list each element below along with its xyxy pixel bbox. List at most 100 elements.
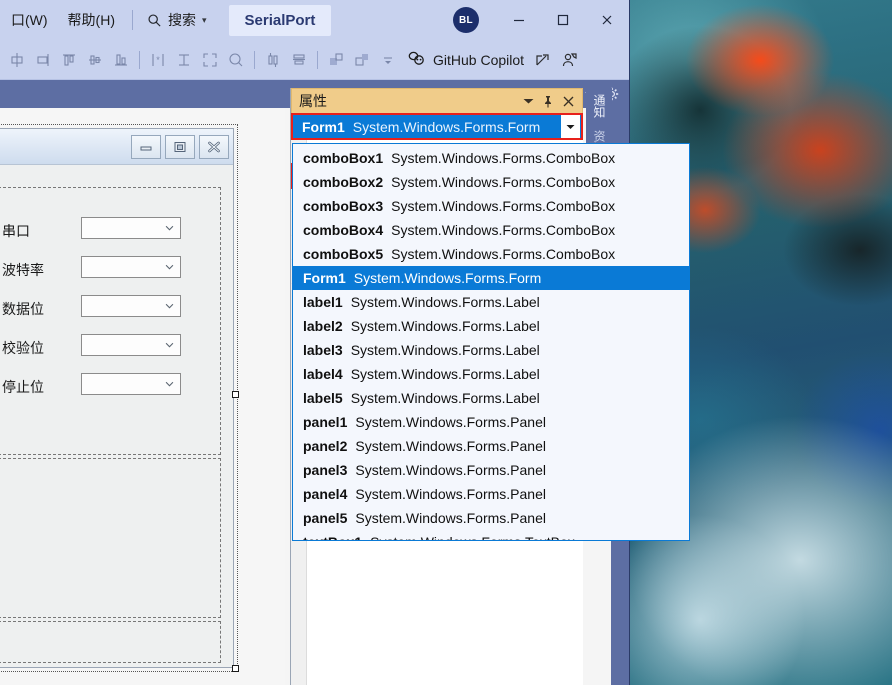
designer-combobox-3[interactable] [81,295,181,317]
designer-label-4[interactable]: 校验位 [2,338,44,358]
dropdown-item[interactable]: label5 System.Windows.Forms.Label [293,386,689,410]
page-title: SerialPort [228,4,332,36]
avatar[interactable]: BL [453,7,479,33]
dropdown-item[interactable]: label2 System.Windows.Forms.Label [293,314,689,338]
share-icon[interactable] [530,47,556,73]
object-selector-dropdown-list[interactable]: comboBox1 System.Windows.Forms.ComboBox co… [292,143,690,541]
dropdown-item-type: System.Windows.Forms.Form [353,270,542,286]
toolbar-divider-3 [317,50,318,69]
minimize-button[interactable] [497,0,541,40]
bring-to-front-icon[interactable] [323,47,349,73]
pin-icon[interactable] [538,91,558,111]
dropdown-item[interactable]: panel2 System.Windows.Forms.Panel [293,434,689,458]
make-same-width-icon[interactable]: * [145,47,171,73]
designer-form-body: 串口 波特率 数据位 校验位 停止位 [0,165,233,667]
vertical-spacing-icon[interactable] [286,47,312,73]
align-bottom-icon[interactable] [108,47,134,73]
size-to-grid-icon[interactable] [223,47,249,73]
object-selector-dropdown-arrow[interactable] [561,115,580,138]
dropdown-item[interactable]: label1 System.Windows.Forms.Label [293,290,689,314]
menu-item-window[interactable]: 口(W) [2,7,57,33]
align-right-icon[interactable] [30,47,56,73]
send-to-back-icon[interactable] [349,47,375,73]
align-top-icon[interactable] [56,47,82,73]
designer-form-surface[interactable]: 串口 波特率 数据位 校验位 停止位 [0,124,238,672]
github-copilot-button[interactable]: GitHub Copilot [407,50,524,70]
form-designer-area[interactable]: 串口 波特率 数据位 校验位 停止位 [0,108,285,685]
dropdown-item-name: label2 [303,318,343,334]
svg-text:*: * [156,55,160,65]
feedback-person-icon[interactable] [556,47,582,73]
designer-combobox-5[interactable] [81,373,181,395]
designer-label-1[interactable]: 串口 [2,221,30,241]
dropdown-item-name: panel1 [303,414,348,430]
maximize-button[interactable] [541,0,585,40]
dropdown-item-type: System.Windows.Forms.ComboBox [391,198,616,214]
dropdown-item[interactable]: comboBox4 System.Windows.Forms.ComboBox [293,218,689,242]
properties-title: 属性 [299,94,327,110]
autohide-tab-notifications[interactable]: 通知 [586,88,613,124]
overflow-icon[interactable] [375,47,401,73]
form-close-button[interactable] [199,134,229,159]
align-center-horizontal-icon[interactable] [4,47,30,73]
dropdown-item[interactable]: comboBox3 System.Windows.Forms.ComboBox [293,194,689,218]
dropdown-item-type: System.Windows.Forms.Label [350,390,540,406]
dropdown-item[interactable]: panel1 System.Windows.Forms.Panel [293,410,689,434]
dropdown-item-type: System.Windows.Forms.Panel [355,438,546,454]
designer-label-5[interactable]: 停止位 [2,377,44,397]
designer-combobox-2[interactable] [81,256,181,278]
make-same-height-icon[interactable] [171,47,197,73]
dropdown-item-type: System.Windows.Forms.ComboBox [391,150,616,166]
dropdown-item[interactable]: panel5 System.Windows.Forms.Panel [293,506,689,530]
dropdown-item[interactable]: Form1 System.Windows.Forms.Form [293,266,689,290]
dropdown-item[interactable]: textBox1 System.Windows.Forms.TextBox [293,530,689,540]
dropdown-item-name: label1 [303,294,343,310]
dropdown-item-name: panel3 [303,462,348,478]
dropdown-item-name: panel2 [303,438,348,454]
resize-grip-right[interactable] [232,391,239,398]
dropdown-item[interactable]: panel4 System.Windows.Forms.Panel [293,482,689,506]
object-selector-combobox[interactable]: Form1 System.Windows.Forms.Form [291,113,583,140]
dropdown-item-type: System.Windows.Forms.Panel [355,462,546,478]
dropdown-item-type: System.Windows.Forms.TextBox [370,534,575,540]
dropdown-item-name: panel5 [303,510,348,526]
dropdown-item-name: label4 [303,366,343,382]
form-minimize-button[interactable] [131,134,161,159]
chevron-down-icon[interactable] [518,91,538,111]
form-maximize-button[interactable] [165,134,195,159]
dropdown-item-type: System.Windows.Forms.ComboBox [391,246,616,262]
dropdown-item[interactable]: comboBox1 System.Windows.Forms.ComboBox [293,146,689,170]
dropdown-item-name: comboBox2 [303,174,384,190]
copilot-icon [407,50,426,70]
make-same-size-icon[interactable] [197,47,223,73]
designer-combobox-4[interactable] [81,334,181,356]
close-button[interactable] [585,0,629,40]
designer-label-3[interactable]: 数据位 [2,299,44,319]
dropdown-item[interactable]: panel3 System.Windows.Forms.Panel [293,458,689,482]
properties-header: 属性 [291,88,583,113]
designer-label-2[interactable]: 波特率 [2,260,44,280]
close-icon[interactable] [558,91,578,111]
dropdown-item-name: comboBox5 [303,246,384,262]
resize-grip-corner[interactable] [232,665,239,672]
panel-outline-2[interactable] [0,458,221,618]
dropdown-item[interactable]: comboBox2 System.Windows.Forms.ComboBox [293,170,689,194]
dropdown-item-name: textBox1 [303,534,362,540]
designer-combobox-1[interactable] [81,217,181,239]
dropdown-item[interactable]: label4 System.Windows.Forms.Label [293,362,689,386]
dropdown-item-type: System.Windows.Forms.ComboBox [391,174,616,190]
dropdown-item-name: comboBox3 [303,198,384,214]
dropdown-item-type: System.Windows.Forms.Panel [355,510,546,526]
dropdown-item[interactable]: comboBox5 System.Windows.Forms.ComboBox [293,242,689,266]
panel-outline-3[interactable] [0,621,221,663]
dropdown-item-type: System.Windows.Forms.Label [350,366,540,382]
align-middle-icon[interactable] [82,47,108,73]
dropdown-item[interactable]: label3 System.Windows.Forms.Label [293,338,689,362]
copilot-label: GitHub Copilot [433,51,525,68]
menu-item-help[interactable]: 帮助(H) [59,7,124,33]
chevron-down-icon[interactable]: ▾ [202,15,207,26]
horizontal-spacing-icon[interactable] [260,47,286,73]
dropdown-item-type: System.Windows.Forms.Panel [355,414,546,430]
search-input[interactable]: 搜索 ▾ [141,7,213,33]
dropdown-item-type: System.Windows.Forms.Panel [355,486,546,502]
